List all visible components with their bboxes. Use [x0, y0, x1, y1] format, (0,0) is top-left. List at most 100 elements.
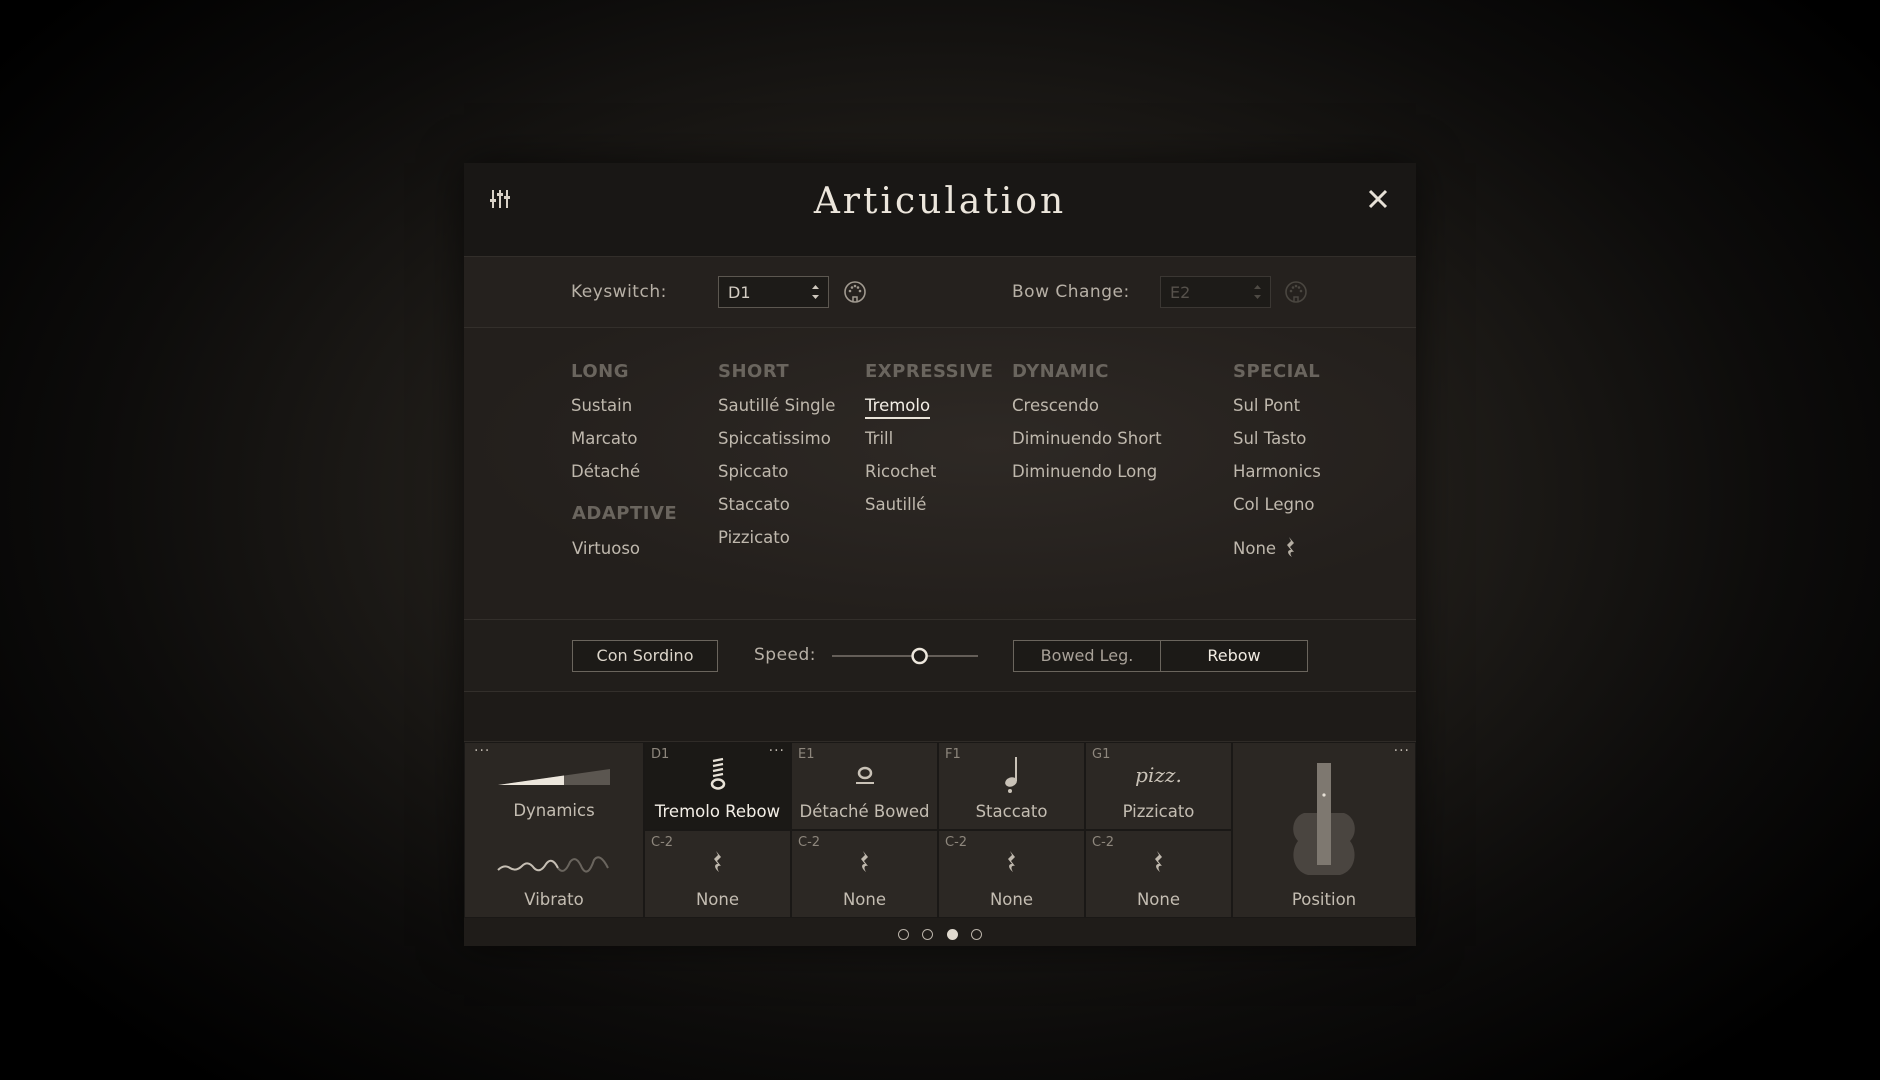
- bow-change-value: E2: [1170, 283, 1191, 302]
- category-dynamic: DYNAMIC: [1012, 361, 1109, 382]
- tremolo-note-icon: [710, 757, 725, 790]
- articulation-item-none[interactable]: None: [1233, 539, 1276, 558]
- articulation-item[interactable]: Trill: [865, 429, 893, 448]
- close-icon[interactable]: [1366, 187, 1390, 211]
- articulation-item[interactable]: Spiccato: [718, 462, 788, 481]
- vibrato-label: Vibrato: [524, 890, 584, 909]
- slot-tile[interactable]: G1 pizz. Pizzicato: [1085, 742, 1232, 830]
- rebow-button[interactable]: Rebow: [1160, 640, 1308, 672]
- page-dot[interactable]: [922, 929, 934, 940]
- articulation-item[interactable]: Virtuoso: [572, 539, 640, 558]
- articulation-slots: ··· Dynamics Vibrato D1 ··· Tremolo Rebo…: [464, 742, 1416, 918]
- articulation-item[interactable]: Crescendo: [1012, 396, 1099, 415]
- position-tile[interactable]: ··· Position: [1232, 742, 1416, 918]
- bowed-leg-button[interactable]: Bowed Leg.: [1013, 640, 1161, 672]
- page-indicator: [464, 925, 1416, 944]
- articulation-item[interactable]: Sul Tasto: [1233, 429, 1306, 448]
- articulation-item[interactable]: Pizzicato: [718, 528, 790, 547]
- slot-tile[interactable]: C-2 None: [791, 830, 938, 918]
- articulation-item[interactable]: Sautillé Single: [718, 396, 835, 415]
- articulation-item[interactable]: Ricochet: [865, 462, 936, 481]
- keyswitch-label: Keyswitch:: [571, 282, 667, 302]
- keyswitch-value: D1: [728, 283, 751, 302]
- rest-icon: [860, 851, 868, 872]
- dynamics-label: Dynamics: [513, 801, 595, 820]
- position-label: Position: [1291, 890, 1357, 909]
- slot-tile[interactable]: E1 Détaché Bowed: [791, 742, 938, 830]
- category-special: SPECIAL: [1233, 361, 1321, 382]
- stepper-arrows-icon[interactable]: [811, 282, 820, 302]
- slot-name: Staccato: [975, 802, 1048, 821]
- stepper-arrows-icon[interactable]: [1253, 282, 1262, 302]
- slider-thumb[interactable]: [911, 647, 928, 665]
- page-dot[interactable]: [898, 929, 910, 940]
- slot-name: Détaché Bowed: [799, 802, 930, 821]
- articulation-item[interactable]: Diminuendo Short: [1012, 429, 1162, 448]
- articulation-item[interactable]: Col Legno: [1233, 495, 1315, 514]
- articulation-panel: Articulation Keyswitch: D1 Bow Change: E…: [464, 163, 1416, 946]
- violin-body-icon: [1293, 763, 1355, 875]
- more-options-icon[interactable]: ···: [474, 743, 490, 759]
- articulation-item[interactable]: Détaché: [571, 462, 640, 481]
- articulation-list: LONG Sustain Marcato Détaché ADAPTIVE Vi…: [464, 328, 1416, 620]
- category-long: LONG: [571, 361, 629, 382]
- articulation-item[interactable]: Spiccatissimo: [718, 429, 831, 448]
- speed-slider[interactable]: [830, 646, 980, 666]
- page-dot[interactable]: [970, 929, 982, 940]
- articulation-item[interactable]: Sautillé: [865, 495, 926, 514]
- rest-icon: [1287, 537, 1294, 557]
- articulation-item-selected[interactable]: Tremolo: [865, 396, 931, 419]
- slot-tile[interactable]: F1 Staccato: [938, 742, 1085, 830]
- staccato-note-icon: [1004, 757, 1017, 793]
- detache-note-icon: [855, 766, 874, 784]
- vibrato-wave-icon: [497, 856, 609, 873]
- slot-name: None: [1136, 890, 1181, 909]
- page-title: Articulation: [813, 181, 1067, 222]
- slot-name: None: [695, 890, 740, 909]
- dynamics-curve-icon: [498, 769, 610, 785]
- slot-name: Pizzicato: [1122, 802, 1195, 821]
- articulation-item[interactable]: Marcato: [571, 429, 638, 448]
- articulation-item[interactable]: Diminuendo Long: [1012, 462, 1157, 481]
- slot-key: G1: [1092, 747, 1111, 762]
- con-sordino-button[interactable]: Con Sordino: [572, 640, 718, 672]
- spacer-row: [464, 692, 1416, 742]
- keyswitch-row: Keyswitch: D1 Bow Change: E2: [464, 257, 1416, 328]
- slot-tile[interactable]: C-2 None: [1085, 830, 1232, 918]
- slot-tile[interactable]: C-2 None: [938, 830, 1085, 918]
- category-adaptive: ADAPTIVE: [572, 503, 678, 524]
- slot-key: E1: [798, 747, 815, 762]
- midi-learn-icon[interactable]: [843, 280, 867, 304]
- articulation-item[interactable]: Sustain: [571, 396, 632, 415]
- pizzicato-glyph-icon: pizz.: [1135, 763, 1182, 787]
- rest-icon: [713, 851, 721, 872]
- dynamics-vibrato-tile[interactable]: ··· Dynamics Vibrato: [464, 742, 644, 918]
- bow-change-stepper[interactable]: E2: [1160, 276, 1271, 308]
- rest-icon: [1007, 851, 1015, 872]
- category-expressive: EXPRESSIVE: [865, 361, 994, 382]
- articulation-item[interactable]: Sul Pont: [1233, 396, 1300, 415]
- speed-label: Speed:: [754, 645, 817, 665]
- midi-learn-icon[interactable]: [1284, 280, 1308, 304]
- keyswitch-stepper[interactable]: D1: [718, 276, 829, 308]
- slot-name: Tremolo Rebow: [654, 802, 781, 821]
- slot-name: None: [989, 890, 1034, 909]
- panel-header: Articulation: [464, 163, 1416, 257]
- slot-key: D1: [651, 747, 670, 762]
- slot-tile[interactable]: D1 ··· Tremolo Rebow: [644, 742, 791, 830]
- controls-row: Con Sordino Speed: Bowed Leg. Rebow: [464, 620, 1416, 692]
- bow-change-label: Bow Change:: [1012, 282, 1130, 302]
- slot-key: F1: [945, 747, 961, 762]
- slot-key: C-2: [945, 835, 968, 850]
- slot-name: None: [842, 890, 887, 909]
- articulation-item[interactable]: Staccato: [718, 495, 790, 514]
- page-dot-current[interactable]: [946, 929, 958, 940]
- more-options-icon[interactable]: ···: [1394, 743, 1410, 759]
- more-options-icon[interactable]: ···: [769, 743, 785, 759]
- slot-tile[interactable]: C-2 None: [644, 830, 791, 918]
- slot-key: C-2: [798, 835, 821, 850]
- slot-key: C-2: [651, 835, 674, 850]
- slot-key: C-2: [1092, 835, 1115, 850]
- category-short: SHORT: [718, 361, 790, 382]
- articulation-item[interactable]: Harmonics: [1233, 462, 1321, 481]
